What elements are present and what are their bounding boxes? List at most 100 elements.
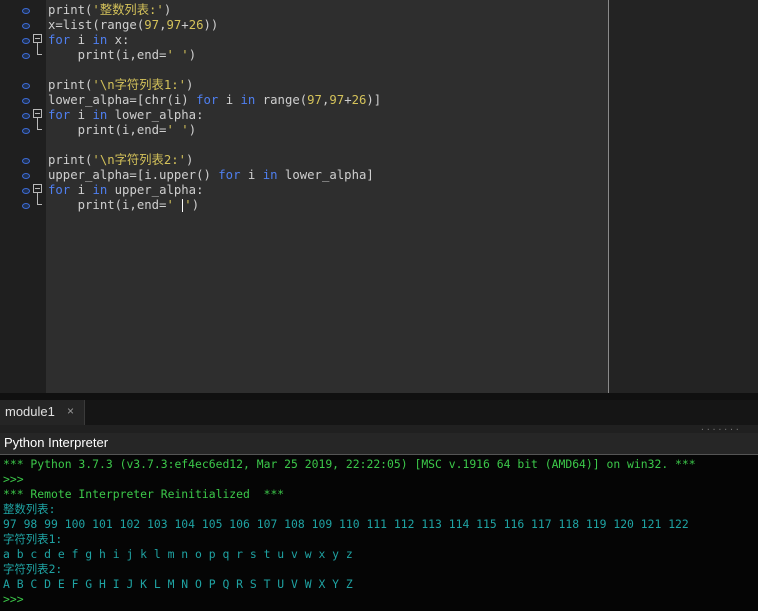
code-token: 97: [166, 18, 182, 32]
code-token: upper_alpha=[i.upper(): [48, 168, 219, 182]
fold-toggle-icon[interactable]: [33, 184, 42, 193]
code-token: ': [166, 198, 182, 212]
code-line[interactable]: x=list(range(97,97+26)): [48, 18, 218, 33]
fold-line: [37, 193, 38, 204]
code-token: i: [70, 33, 93, 47]
code-line[interactable]: print(i,end=' '): [48, 198, 199, 213]
code-token: 26: [351, 93, 367, 107]
code-token: ': [184, 198, 192, 212]
code-token: ): [188, 48, 197, 62]
code-token: in: [262, 168, 278, 182]
code-token: 26: [188, 18, 204, 32]
code-token: lower_alpha=[chr(i): [48, 93, 197, 107]
tab-label: module1: [5, 404, 55, 419]
fold-line: [37, 43, 38, 54]
code-token: i: [70, 108, 93, 122]
code-line[interactable]: upper_alpha=[i.upper() for i in lower_al…: [48, 168, 374, 183]
tab-module1[interactable]: module1 ×: [0, 400, 85, 425]
editor-right-margin: [609, 0, 758, 393]
editor-gutter: [0, 0, 46, 393]
panel-title: Python Interpreter: [4, 435, 109, 450]
console-line: 97 98 99 100 101 102 103 104 105 106 107…: [3, 517, 689, 531]
code-token: ): [163, 3, 172, 17]
code-token: x=list(range(: [48, 18, 145, 32]
console-line: a b c d e f g h i j k l m n o p q r s t …: [3, 547, 353, 561]
code-token: range(: [255, 93, 308, 107]
console-line: *** Remote Interpreter Reinitialized ***: [3, 487, 285, 501]
interpreter-console[interactable]: *** Python 3.7.3 (v3.7.3:ef4ec6ed12, Mar…: [0, 455, 758, 611]
code-token: for: [48, 183, 71, 197]
code-line[interactable]: print('\n字符列表1:'): [48, 78, 193, 93]
code-line[interactable]: lower_alpha=[chr(i) for i in range(97,97…: [48, 93, 381, 108]
fold-end: [37, 204, 42, 205]
code-token: i: [240, 168, 263, 182]
code-line[interactable]: for i in x:: [48, 33, 129, 48]
console-line: 字符列表2:: [3, 562, 63, 576]
code-token: ): [188, 123, 197, 137]
code-token: print(i,end=: [48, 123, 167, 137]
pane-separator: [0, 393, 758, 400]
editor-tab-bar: module1 ×: [0, 400, 758, 425]
code-line[interactable]: for i in lower_alpha:: [48, 108, 204, 123]
code-editor[interactable]: print('整数列表:') x=list(range(97,97+26)) for…: [0, 0, 758, 393]
code-token: upper_alpha:: [107, 183, 204, 197]
code-token: '整数列表:': [92, 3, 164, 17]
code-line[interactable]: print('\n字符列表2:'): [48, 153, 193, 168]
code-token: print(: [48, 78, 93, 92]
code-token: ): [186, 153, 194, 167]
code-token: print(: [48, 153, 93, 167]
code-token: ' ': [166, 123, 189, 137]
line-marker-icon: [22, 83, 30, 89]
code-token: in: [92, 108, 108, 122]
code-token: for: [196, 93, 219, 107]
code-token: in: [240, 93, 256, 107]
code-token: +: [344, 93, 352, 107]
code-token: '\n字符列表1:': [92, 78, 187, 92]
code-token: print(i,end=: [48, 198, 167, 212]
interpreter-panel-header: Python Interpreter: [0, 433, 758, 455]
console-line: A B C D E F G H I J K L M N O P Q R S T …: [3, 577, 353, 591]
console-line: 字符列表1:: [3, 532, 63, 546]
code-token: ): [191, 198, 200, 212]
close-icon[interactable]: ×: [67, 404, 74, 418]
code-token: for: [48, 108, 71, 122]
line-marker-icon: [22, 8, 30, 14]
code-token: i: [70, 183, 93, 197]
panel-splitter[interactable]: ·······: [0, 425, 758, 434]
code-token: in: [92, 33, 108, 47]
line-marker-icon: [22, 188, 30, 194]
code-token: 97: [144, 18, 160, 32]
code-line[interactable]: for i in upper_alpha:: [48, 183, 204, 198]
code-token: in: [92, 183, 108, 197]
code-token: 97: [329, 93, 345, 107]
code-token: '\n字符列表2:': [92, 153, 187, 167]
code-token: for: [218, 168, 241, 182]
line-marker-icon: [22, 203, 30, 209]
code-token: )]: [366, 93, 382, 107]
line-marker-icon: [22, 173, 30, 179]
line-marker-icon: [22, 128, 30, 134]
console-line: 整数列表:: [3, 502, 56, 516]
code-token: x:: [107, 33, 130, 47]
line-marker-icon: [22, 158, 30, 164]
line-marker-icon: [22, 98, 30, 104]
line-marker-icon: [22, 53, 30, 59]
code-line[interactable]: print(i,end=' '): [48, 123, 196, 138]
console-line: *** Python 3.7.3 (v3.7.3:ef4ec6ed12, Mar…: [3, 457, 696, 471]
fold-toggle-icon[interactable]: [33, 109, 42, 118]
code-token: )): [203, 18, 219, 32]
code-token: for: [48, 33, 71, 47]
code-line[interactable]: print('整数列表:'): [48, 3, 171, 18]
code-token: i: [218, 93, 241, 107]
fold-end: [37, 129, 42, 130]
console-line: >>>: [3, 472, 24, 486]
line-marker-icon: [22, 23, 30, 29]
code-token: ): [186, 78, 194, 92]
fold-toggle-icon[interactable]: [33, 34, 42, 43]
fold-line: [37, 118, 38, 129]
code-token: +: [181, 18, 189, 32]
code-token: ' ': [166, 48, 189, 62]
code-line[interactable]: print(i,end=' '): [48, 48, 196, 63]
code-token: print(: [48, 3, 93, 17]
drag-grip-icon[interactable]: ·······: [700, 426, 741, 434]
